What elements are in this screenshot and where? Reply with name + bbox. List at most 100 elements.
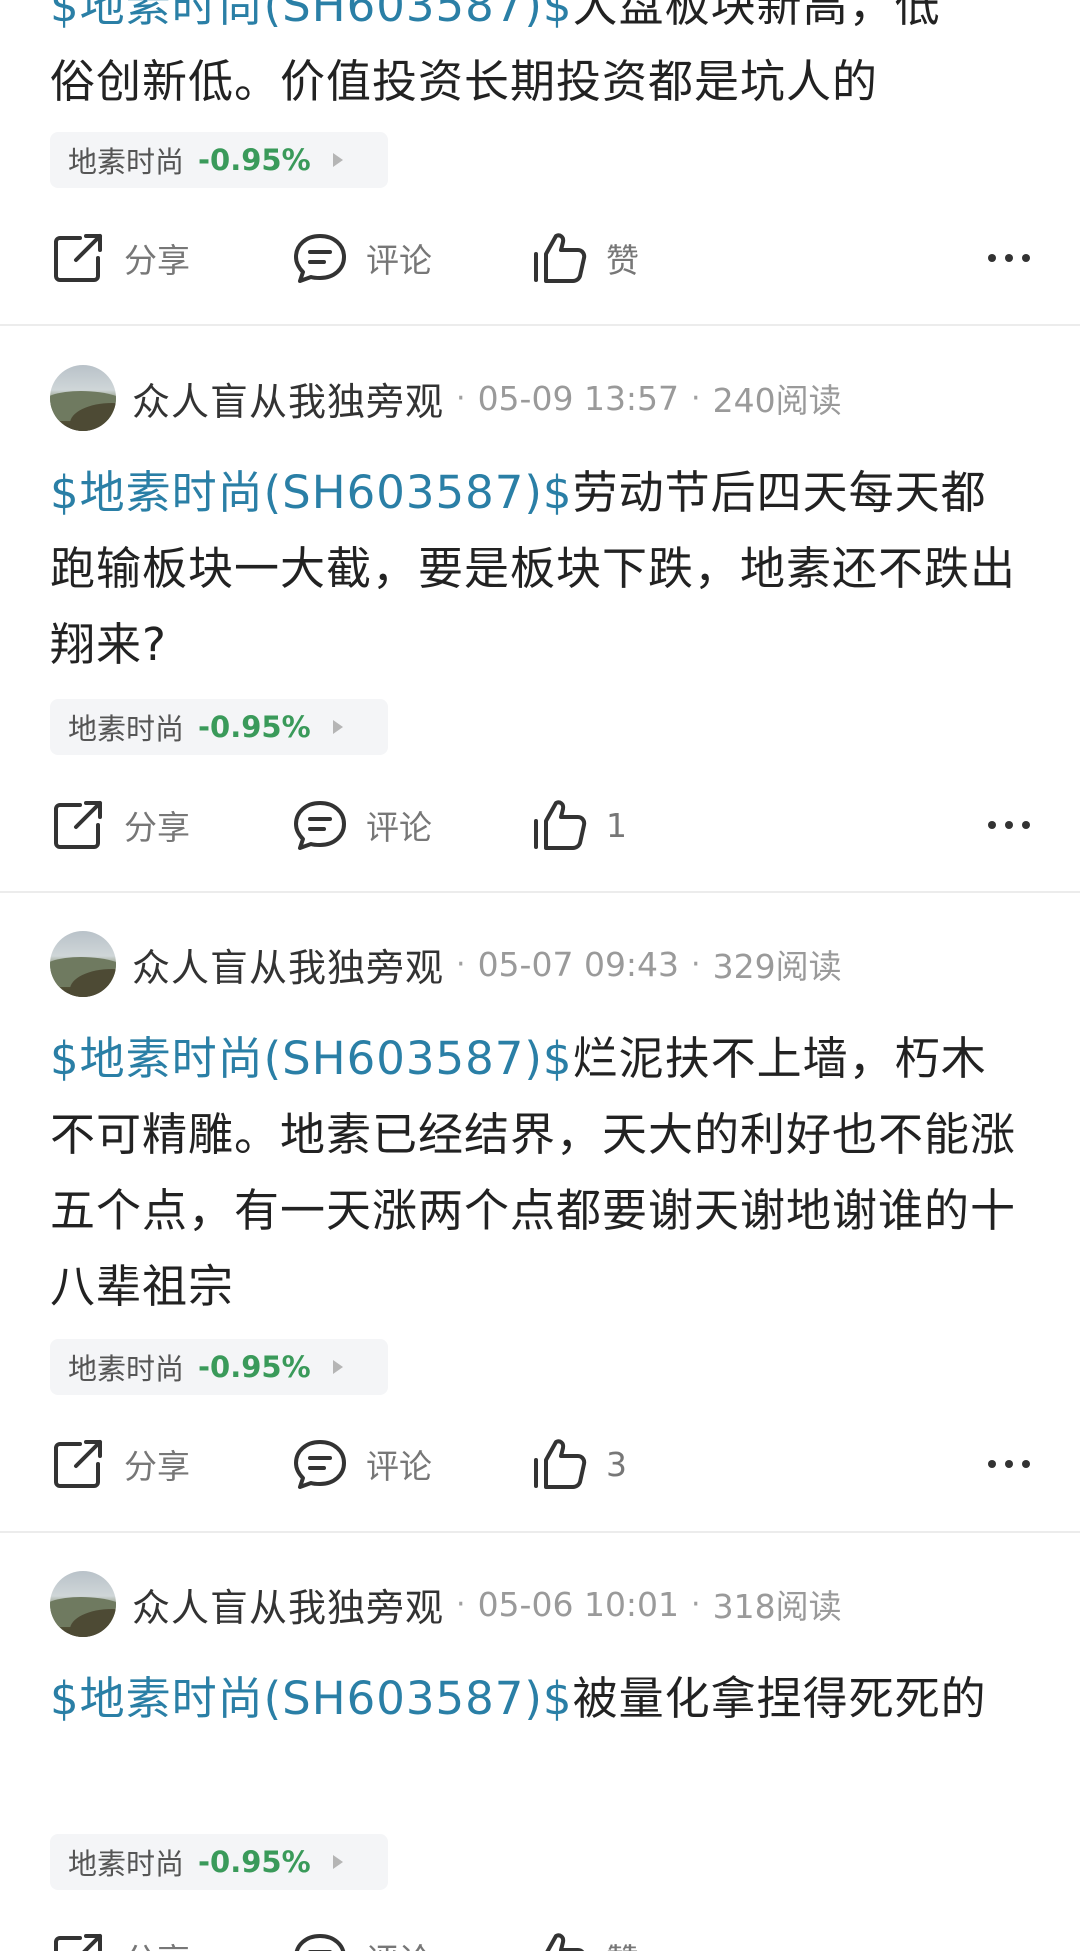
post-divider — [0, 324, 1080, 326]
post-actions: 分享 评论 赞 — [50, 228, 1030, 288]
post-divider — [0, 1531, 1080, 1533]
share-button[interactable]: 分享 — [50, 228, 190, 288]
author-name[interactable]: 众人盲从我独旁观 — [132, 1577, 444, 1632]
thumbs-up-icon — [534, 800, 587, 850]
post-meta: 众人盲从我独旁观 · 05-06 10:01 · 318阅读 — [50, 1570, 842, 1638]
share-icon — [54, 1440, 102, 1488]
comment-label: 评论 — [366, 1934, 432, 1951]
stock-link[interactable]: $地素时尚(SH603587)$ — [50, 1032, 573, 1085]
share-label: 分享 — [124, 1447, 190, 1486]
tag-arrow-icon — [332, 1855, 343, 1869]
share-icon — [54, 801, 102, 849]
comment-icon — [294, 1934, 346, 1951]
post-content: $地素时尚(SH603587)$大盘板块新高，低 俗创新低。价值投资长期投资都是… — [50, 0, 1030, 120]
read-count: 329阅读 — [712, 947, 842, 986]
more-button[interactable] — [988, 228, 1030, 288]
more-icon — [988, 821, 996, 829]
like-label: 赞 — [606, 241, 639, 280]
post-actions: 分享 评论 3 — [50, 1434, 1030, 1494]
stock-link[interactable]: $地素时尚(SH603587)$ — [50, 1672, 573, 1725]
meta-separator: · — [691, 1586, 701, 1622]
like-button[interactable]: 赞 — [532, 228, 639, 288]
share-button[interactable]: 分享 — [50, 795, 190, 855]
tag-stock-change: -0.95% — [198, 1350, 311, 1384]
read-count: 240阅读 — [712, 381, 842, 420]
post-actions: 分享 评论 赞 — [50, 1928, 1030, 1951]
stock-link[interactable]: $地素时尚(SH603587)$ — [50, 466, 573, 519]
avatar[interactable] — [50, 365, 116, 431]
meta-separator: · — [691, 946, 701, 982]
meta-separator: · — [456, 380, 466, 416]
comment-icon — [294, 1440, 346, 1489]
comment-label: 评论 — [366, 1447, 432, 1486]
comment-icon — [294, 801, 346, 850]
stock-link[interactable]: $地素时尚(SH603587)$ — [50, 0, 573, 32]
tag-arrow-icon — [332, 1360, 343, 1374]
tag-stock-change: -0.95% — [198, 143, 311, 177]
comment-label: 评论 — [366, 808, 432, 847]
tag-arrow-icon — [332, 720, 343, 734]
meta-separator: · — [456, 1586, 466, 1622]
thumbs-up-icon — [545, 1933, 585, 1951]
more-button[interactable] — [988, 795, 1030, 855]
tag-stock-change: -0.95% — [198, 1845, 311, 1879]
read-count: 318阅读 — [712, 1587, 842, 1626]
more-button[interactable] — [988, 1434, 1030, 1494]
post-divider — [0, 891, 1080, 893]
like-label: 赞 — [606, 1934, 639, 1951]
post-content: $地素时尚(SH603587)$烂泥扶不上墙，朽木不可精雕。地素已经结界，天大的… — [50, 1021, 1030, 1325]
author-name[interactable]: 众人盲从我独旁观 — [132, 937, 444, 992]
thumbs-up-icon — [534, 1439, 587, 1489]
more-icon-dot — [1022, 1460, 1030, 1468]
share-icon — [54, 234, 102, 282]
like-count: 3 — [606, 1444, 627, 1484]
share-label: 分享 — [124, 241, 190, 280]
avatar[interactable] — [50, 931, 116, 997]
avatar[interactable] — [50, 1571, 116, 1637]
like-button[interactable]: 赞 — [532, 1928, 639, 1951]
share-button[interactable]: 分享 — [50, 1434, 190, 1494]
post-meta: 众人盲从我独旁观 · 05-07 09:43 · 329阅读 — [50, 930, 842, 998]
share-icon — [54, 1934, 102, 1951]
more-icon-dot — [1005, 1460, 1013, 1468]
tag-stock-change: -0.95% — [198, 710, 311, 744]
meta-separator: · — [456, 946, 466, 982]
post-text: 大盘板块新高，低 — [572, 0, 941, 32]
tag-stock-name: 地素时尚 — [68, 1352, 185, 1386]
stock-tag[interactable]: 地素时尚 -0.95% — [50, 699, 388, 755]
post-date: 05-07 09:43 — [477, 944, 680, 984]
comment-button[interactable]: 评论 — [292, 795, 432, 855]
tag-stock-name: 地素时尚 — [68, 1847, 185, 1881]
comment-icon — [294, 234, 346, 283]
comment-button[interactable]: 评论 — [292, 228, 432, 288]
stock-tag[interactable]: 地素时尚 -0.95% — [50, 132, 388, 188]
comment-label: 评论 — [366, 241, 432, 280]
meta-separator: · — [691, 380, 701, 416]
like-button[interactable]: 1 — [532, 795, 627, 855]
post-text: 被量化拿捏得死死的 — [572, 1672, 987, 1725]
stock-tag[interactable]: 地素时尚 -0.95% — [50, 1834, 388, 1890]
thumbs-up-icon — [534, 233, 587, 283]
more-icon-dot — [1022, 821, 1030, 829]
comment-button[interactable]: 评论 — [292, 1928, 432, 1951]
comment-button[interactable]: 评论 — [292, 1434, 432, 1494]
share-button[interactable]: 分享 — [50, 1928, 190, 1951]
tag-stock-name: 地素时尚 — [68, 712, 185, 746]
share-label: 分享 — [124, 1934, 190, 1951]
more-icon — [988, 1460, 996, 1468]
post-text-line2: 俗创新低。价值投资长期投资都是坑人的 — [50, 55, 879, 108]
like-button[interactable]: 3 — [532, 1434, 627, 1494]
stock-tag[interactable]: 地素时尚 -0.95% — [50, 1339, 388, 1395]
author-name[interactable]: 众人盲从我独旁观 — [132, 371, 444, 426]
post-date: 05-06 10:01 — [477, 1584, 680, 1624]
share-label: 分享 — [124, 808, 190, 847]
tag-stock-name: 地素时尚 — [68, 145, 185, 179]
post-date: 05-09 13:57 — [477, 378, 680, 418]
post-content: $地素时尚(SH603587)$被量化拿捏得死死的 — [50, 1661, 1010, 1737]
tag-arrow-icon — [332, 153, 343, 167]
more-icon-dot — [1005, 254, 1013, 262]
more-icon — [988, 254, 996, 262]
more-icon-dot — [1022, 254, 1030, 262]
post-actions: 分享 评论 1 — [50, 795, 1030, 855]
more-icon-dot — [1005, 821, 1013, 829]
